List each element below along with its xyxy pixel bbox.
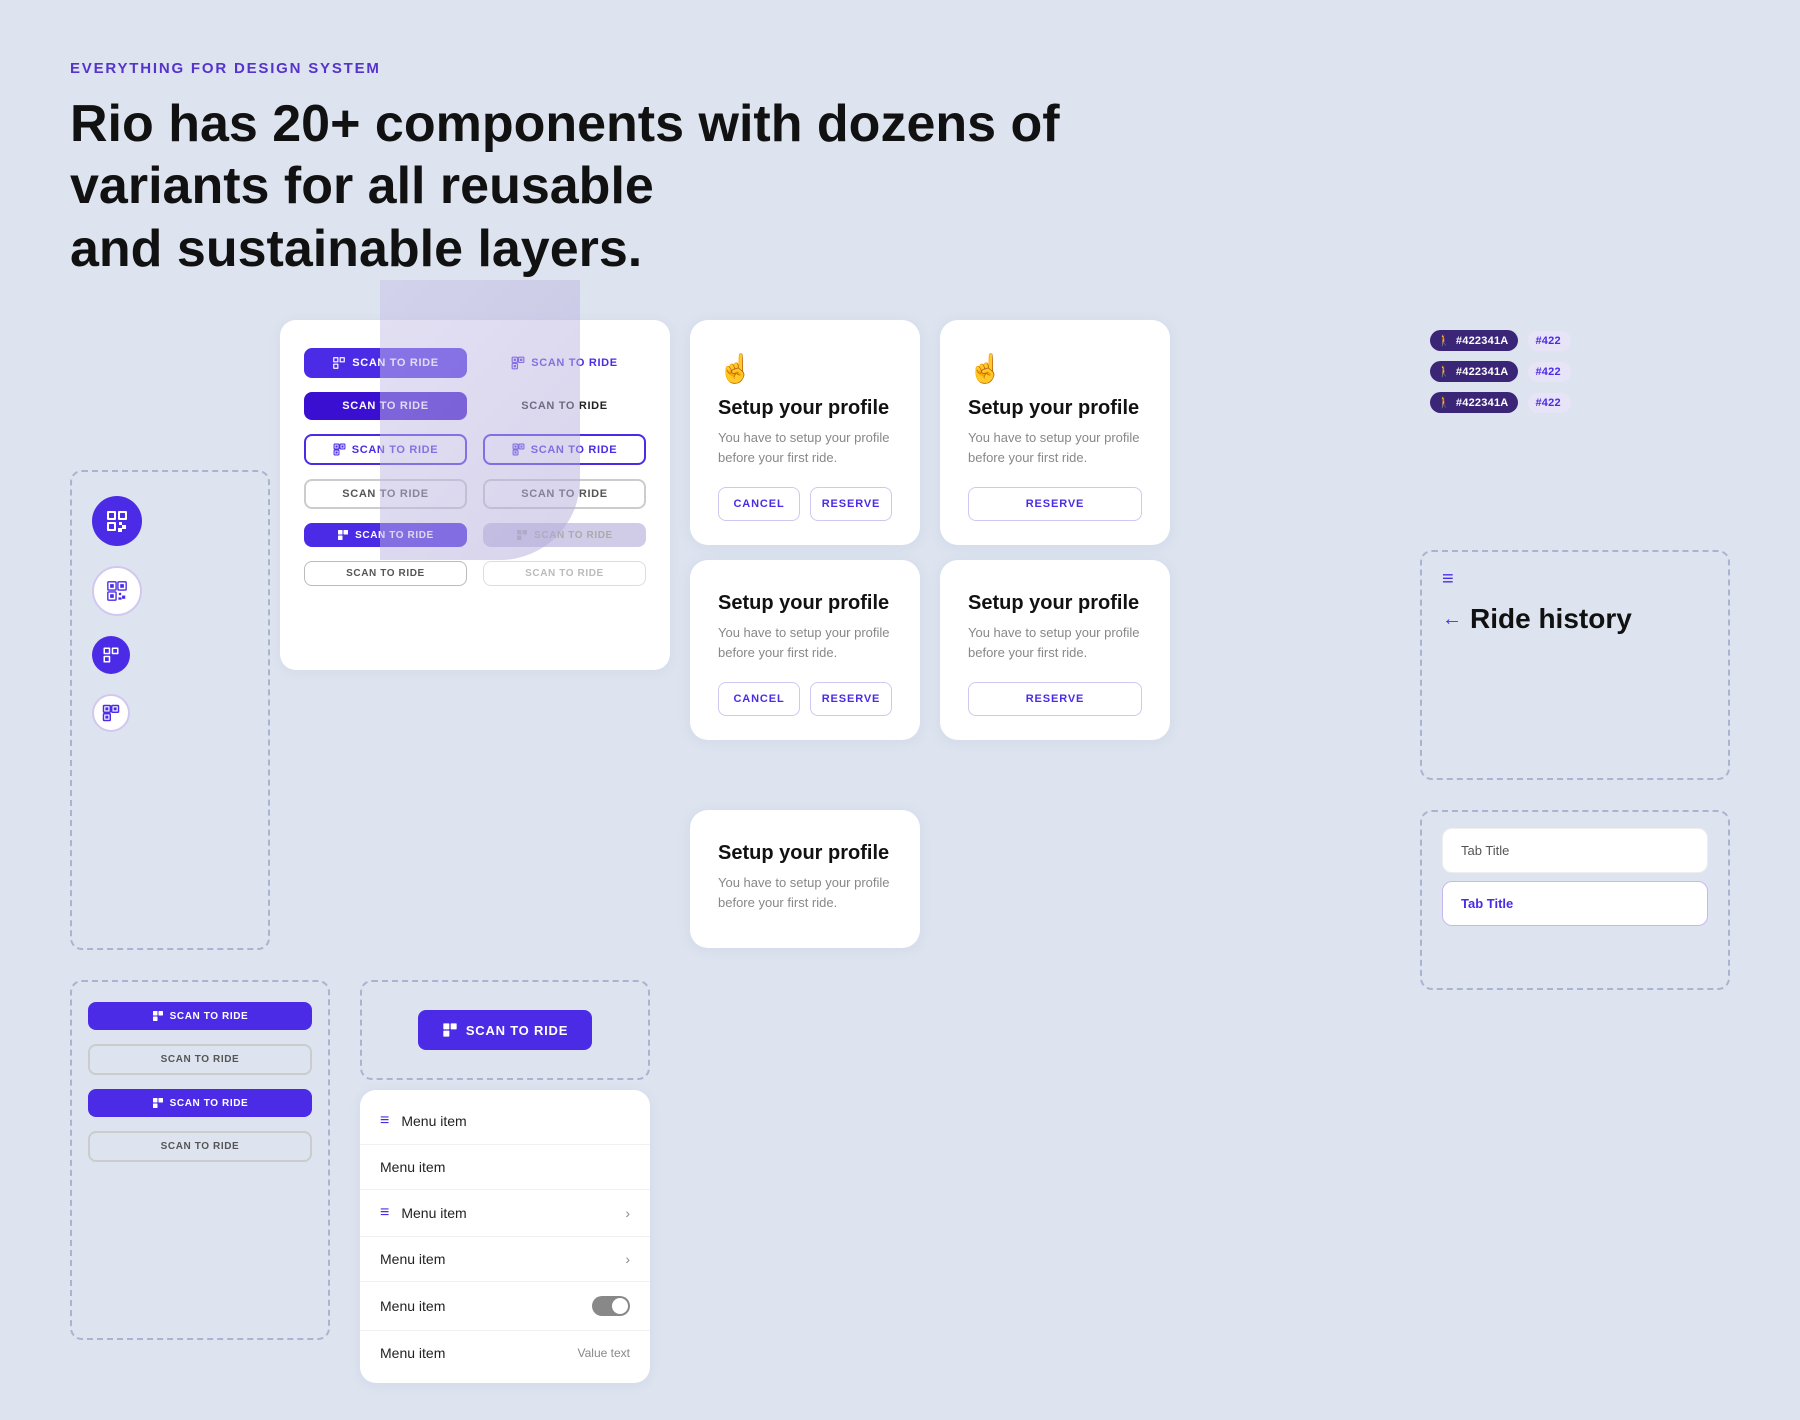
color-chip-5: 🚶 #422341A — [1430, 392, 1518, 413]
profile-card-2: ☝ Setup your profile You have to setup y… — [940, 320, 1170, 545]
profile-card-4: Setup your profile You have to setup you… — [940, 560, 1170, 740]
cancel-btn-3[interactable]: CANCEL — [718, 682, 800, 716]
reserve-btn-3[interactable]: RESERVE — [810, 682, 892, 716]
menu-item-6[interactable]: Menu item Value text — [360, 1331, 650, 1375]
reserve-btn-4[interactable]: RESERVE — [968, 682, 1142, 716]
qr-icon-inline — [332, 356, 346, 370]
qr-icon-outline-circle[interactable] — [92, 566, 142, 616]
scan-to-ride-btn-9[interactable]: SCAN TO RIDE — [304, 523, 467, 547]
scan-to-ride-btn-3[interactable]: SCAN TO RIDE — [304, 392, 467, 420]
profile-card-5-desc: You have to setup your profile before yo… — [718, 873, 892, 912]
menu-item-4-text: Menu item — [380, 1251, 613, 1267]
menu-item-5-text: Menu item — [380, 1298, 580, 1314]
color-chip-6: #422 — [1528, 393, 1570, 413]
scan-list-dashed-card: SCAN TO RIDE SCAN TO RIDE SCAN TO RIDE — [70, 980, 330, 1340]
profile-card-3: Setup your profile You have to setup you… — [690, 560, 920, 740]
profile-card-4-desc: You have to setup your profile before yo… — [968, 623, 1142, 662]
scan-btn-list-3[interactable]: SCAN TO RIDE — [88, 1089, 312, 1117]
scan-list-item-3: SCAN TO RIDE — [88, 1089, 312, 1117]
ride-history-dashed: ≡ ← Ride history — [1420, 550, 1730, 780]
profile-card-5: Setup your profile You have to setup you… — [690, 810, 920, 948]
scan-to-ride-btn-6[interactable]: SCAN TO RIDE — [483, 434, 646, 465]
scan-to-ride-standalone-btn[interactable]: SCAN TO RIDE — [418, 1010, 592, 1050]
finger-icon-1: ☝ — [718, 352, 892, 385]
scan-to-ride-standalone-dashed: SCAN TO RIDE — [360, 980, 650, 1080]
chevron-icon-4: › — [625, 1251, 630, 1267]
tab-list: Tab Title Tab Title — [1442, 828, 1708, 926]
scan-btn-list-4[interactable]: SCAN TO RIDE — [88, 1131, 312, 1162]
qr-icon-small-solid[interactable] — [92, 636, 130, 674]
color-chip-4: #422 — [1528, 362, 1570, 382]
profile-card-2-title: Setup your profile — [968, 397, 1142, 420]
scan-to-ride-btn-8[interactable]: SCAN TO RIDE — [483, 479, 646, 509]
menu-item-2-text: Menu item — [380, 1159, 630, 1175]
color-chip-1: 🚶 #422341A — [1430, 330, 1518, 351]
profile-card-4-title: Setup your profile — [968, 592, 1142, 615]
scan-to-ride-btn-7[interactable]: SCAN TO RIDE — [304, 479, 467, 509]
scan-to-ride-btn-4[interactable]: SCAN TO RIDE — [483, 392, 646, 420]
toggle-knob-5 — [612, 1298, 628, 1314]
profile-card-3-title: Setup your profile — [718, 592, 892, 615]
chevron-icon-3: › — [625, 1205, 630, 1221]
menu-item-6-value: Value text — [578, 1346, 630, 1360]
menu-item-3-text: Menu item — [401, 1205, 613, 1221]
scan-btn-list-2[interactable]: SCAN TO RIDE — [88, 1044, 312, 1075]
scan-to-ride-btn-10[interactable]: SCAN TO RIDE — [483, 523, 646, 547]
menu-icon-3: ≡ — [380, 1204, 389, 1222]
profile-card-1: ☝ Setup your profile You have to setup y… — [690, 320, 920, 545]
profile-card-5-title: Setup your profile — [718, 842, 892, 865]
profile-card-2-desc: You have to setup your profile before yo… — [968, 428, 1142, 467]
menu-panel-container: ≡ Menu item Menu item ≡ Menu item › Menu… — [360, 1090, 650, 1383]
tab-panel-dashed: Tab Title Tab Title — [1420, 810, 1730, 990]
chip-person-icon-3: 🚶 — [1437, 396, 1451, 409]
scan-list-item-2: SCAN TO RIDE — [88, 1044, 312, 1075]
profile-card-1-title: Setup your profile — [718, 397, 892, 420]
scan-to-ride-btn-2[interactable]: SCAN TO RIDE — [483, 348, 646, 378]
cancel-btn-1[interactable]: CANCEL — [718, 487, 800, 521]
menu-item-6-text: Menu item — [380, 1345, 566, 1361]
page: EVERYTHING FOR DESIGN SYSTEM Rio has 20+… — [0, 0, 1800, 1420]
chip-person-icon-2: 🚶 — [1437, 365, 1451, 378]
toggle-switch-5[interactable] — [592, 1296, 630, 1316]
scan-list-item-4: SCAN TO RIDE — [88, 1131, 312, 1162]
headline-line2: and sustainable layers. — [70, 220, 642, 278]
button-grid-panel: SCAN TO RIDE SCAN TO RIDE SCAN TO RIDE S… — [280, 320, 670, 670]
scan-to-ride-btn-1[interactable]: SCAN TO RIDE — [304, 348, 467, 378]
qr-icon-small-outline[interactable] — [92, 694, 130, 732]
icon-circles-dashed-card — [70, 470, 270, 950]
tab-item-1[interactable]: Tab Title — [1442, 828, 1708, 873]
reserve-btn-1[interactable]: RESERVE — [810, 487, 892, 521]
menu-list: ≡ Menu item Menu item ≡ Menu item › Menu… — [360, 1090, 650, 1383]
scan-to-ride-btn-11[interactable]: SCAN TO RIDE — [304, 561, 467, 586]
menu-item-5[interactable]: Menu item — [360, 1282, 650, 1331]
menu-icon-1: ≡ — [380, 1112, 389, 1130]
canvas-area: SCAN TO RIDE SCAN TO RIDE SCAN TO RIDE S… — [70, 320, 1730, 1380]
menu-item-3[interactable]: ≡ Menu item › — [360, 1190, 650, 1237]
menu-item-1-text: Menu item — [401, 1113, 630, 1129]
scan-list-item-1: SCAN TO RIDE — [88, 1002, 312, 1030]
headline-line1: Rio has 20+ components with dozens of va… — [70, 95, 1060, 215]
reserve-btn-2[interactable]: RESERVE — [968, 487, 1142, 521]
color-chip-2: #422 — [1528, 331, 1570, 351]
menu-item-4[interactable]: Menu item › — [360, 1237, 650, 1282]
menu-item-2[interactable]: Menu item — [360, 1145, 650, 1190]
eyebrow-text: EVERYTHING FOR DESIGN SYSTEM — [70, 60, 1730, 77]
profile-card-1-desc: You have to setup your profile before yo… — [718, 428, 892, 467]
headline: Rio has 20+ components with dozens of va… — [70, 93, 1170, 280]
ride-history-title: Ride history — [1470, 603, 1632, 635]
menu-item-1[interactable]: ≡ Menu item — [360, 1098, 650, 1145]
color-chip-3: 🚶 #422341A — [1430, 361, 1518, 382]
tab-item-2[interactable]: Tab Title — [1442, 881, 1708, 926]
finger-icon-2: ☝ — [968, 352, 1142, 385]
header-section: EVERYTHING FOR DESIGN SYSTEM Rio has 20+… — [70, 60, 1730, 280]
scan-to-ride-btn-5[interactable]: SCAN TO RIDE — [304, 434, 467, 465]
hamburger-icon[interactable]: ≡ — [1442, 568, 1708, 591]
profile-card-3-desc: You have to setup your profile before yo… — [718, 623, 892, 662]
qr-icon-solid-circle[interactable] — [92, 496, 142, 546]
color-chips-section: 🚶 #422341A #422 🚶 #422341A #422 🚶 — [1430, 320, 1730, 423]
scan-btn-list-1[interactable]: SCAN TO RIDE — [88, 1002, 312, 1030]
back-arrow-icon[interactable]: ← — [1442, 608, 1462, 631]
chip-person-icon-1: 🚶 — [1437, 334, 1451, 347]
scan-to-ride-btn-12[interactable]: SCAN TO RIDE — [483, 561, 646, 586]
